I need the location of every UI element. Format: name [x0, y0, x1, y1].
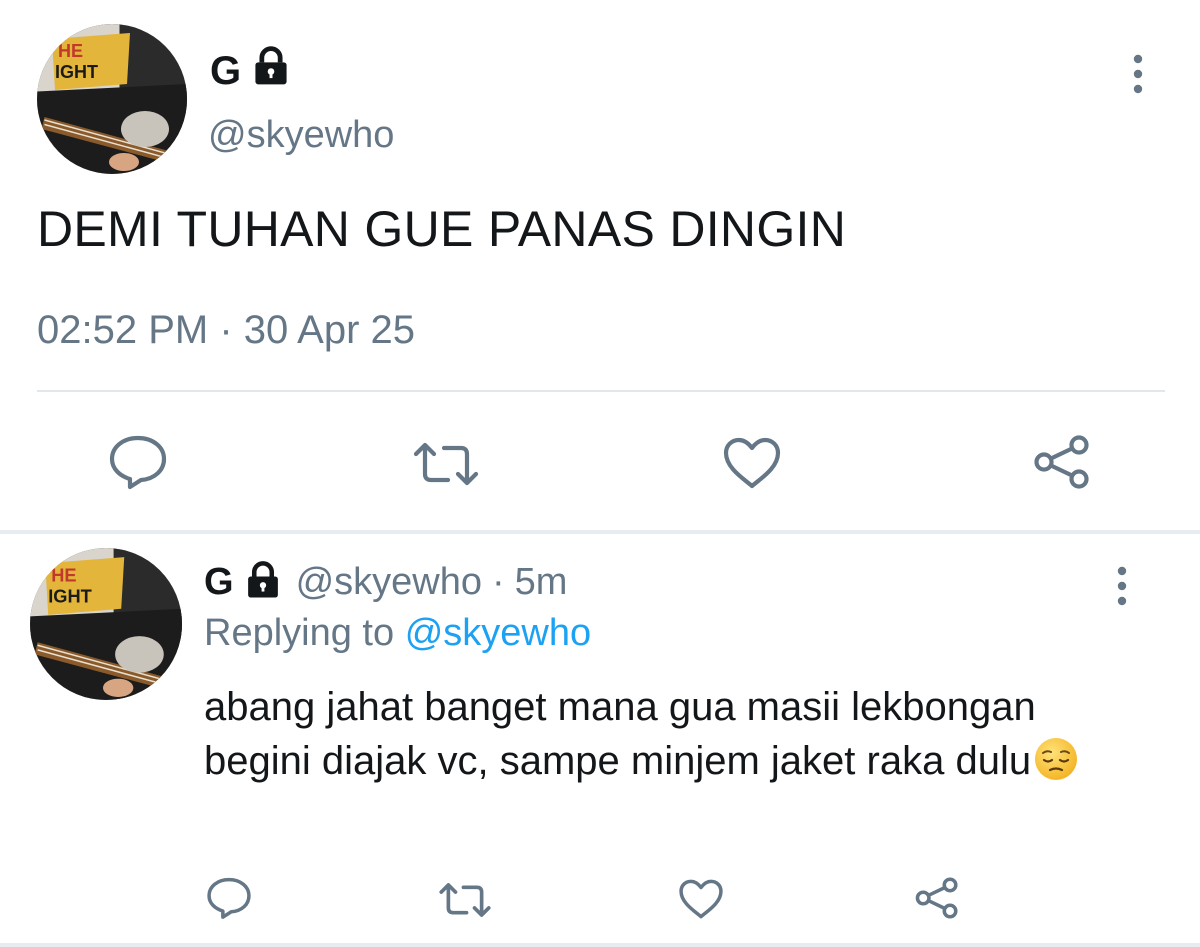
svg-text:HE: HE [58, 41, 83, 61]
divider [0, 943, 1200, 947]
more-options-icon[interactable] [1124, 52, 1152, 96]
pensive-face-emoji [1033, 736, 1079, 796]
divider [37, 390, 1165, 392]
reply-text: abang jahat banget mana gua masii lekbon… [204, 685, 1036, 783]
like-icon[interactable] [678, 878, 724, 920]
svg-text:IGHT: IGHT [55, 62, 98, 82]
tweet-timestamp[interactable]: 02:52 PM · 30 Apr 25 [37, 308, 415, 353]
reply-header: G @skyewho · 5m [204, 559, 567, 606]
retweet-icon[interactable] [438, 881, 492, 919]
retweet-icon[interactable] [412, 440, 480, 488]
reply-tweet[interactable]: HE IGHT G @skyewho · 5m Replying to @sky… [0, 534, 1200, 947]
reply-icon[interactable] [206, 876, 252, 920]
display-name-row: G [210, 44, 293, 98]
lock-icon [242, 559, 284, 606]
share-icon[interactable] [914, 876, 960, 920]
more-options-icon[interactable] [1108, 564, 1136, 608]
replying-to-mention[interactable]: @skyewho [405, 612, 591, 654]
separator-dot: · [491, 561, 505, 603]
tweet-text: DEMI TUHAN GUE PANAS DINGIN [37, 201, 847, 257]
reply-text-block: abang jahat banget mana gua masii lekbon… [204, 680, 1104, 796]
reply-icon[interactable] [108, 434, 168, 490]
tweet-thread-screen: HE IGHT G @skyewho DEMI TUHAN GUE PANAS … [0, 0, 1200, 947]
relative-time[interactable]: 5m [515, 561, 568, 604]
share-icon[interactable] [1032, 434, 1092, 490]
avatar[interactable]: HE IGHT [37, 24, 187, 174]
svg-text:HE: HE [51, 564, 76, 585]
lock-icon [249, 44, 293, 98]
handle[interactable]: @skyewho [296, 561, 482, 604]
avatar-photo: HE IGHT [30, 548, 182, 700]
main-tweet: HE IGHT G @skyewho DEMI TUHAN GUE PANAS … [0, 0, 1200, 530]
avatar[interactable]: HE IGHT [30, 548, 182, 700]
like-icon[interactable] [722, 436, 782, 490]
replying-to-line: Replying to @skyewho [204, 612, 591, 655]
svg-text:IGHT: IGHT [48, 586, 92, 607]
handle[interactable]: @skyewho [208, 114, 394, 157]
display-name[interactable]: G [210, 49, 241, 94]
display-name[interactable]: G [204, 561, 234, 604]
avatar-photo: HE IGHT [37, 24, 187, 174]
replying-to-label: Replying to [204, 612, 395, 654]
